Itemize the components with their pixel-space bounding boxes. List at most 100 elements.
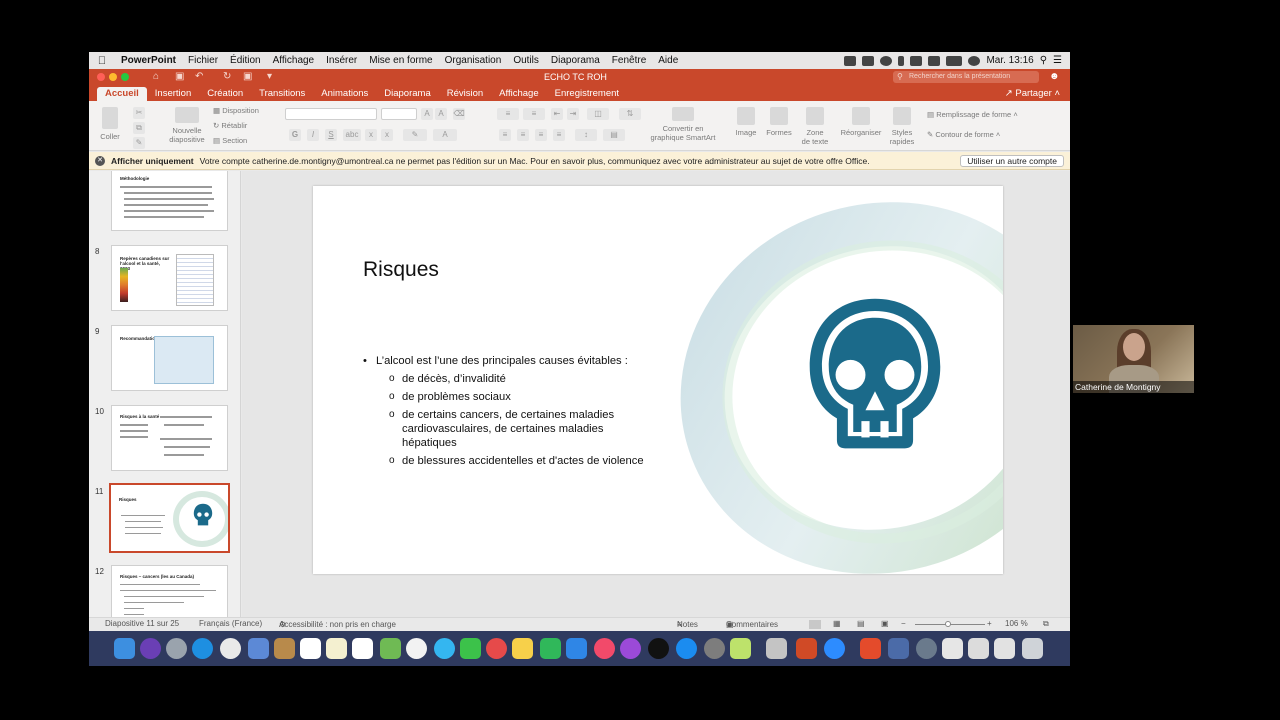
search-input[interactable]: ⚲ Rechercher dans la présentation xyxy=(893,71,1039,83)
menu-fenetre[interactable]: Fenêtre xyxy=(606,55,652,66)
layout-button[interactable]: ▦ Disposition xyxy=(213,106,259,115)
section-button[interactable]: ▤ Section xyxy=(213,136,247,145)
text-direction-icon[interactable]: ⇅ xyxy=(619,108,641,120)
tab-affichage[interactable]: Affichage xyxy=(491,87,546,101)
tab-enregistrement[interactable]: Enregistrement xyxy=(547,87,627,101)
mail-icon[interactable] xyxy=(248,638,269,659)
help-icon[interactable] xyxy=(916,638,937,659)
superscript-icon[interactable]: x xyxy=(365,129,377,141)
menu-aide[interactable]: Aide xyxy=(652,55,684,66)
underline-icon[interactable]: S xyxy=(325,129,337,141)
screenshot-icon[interactable] xyxy=(888,638,909,659)
app-store-icon[interactable] xyxy=(676,638,697,659)
safari-icon[interactable] xyxy=(192,638,213,659)
record-icon[interactable] xyxy=(880,55,893,66)
subscript-icon[interactable]: x xyxy=(381,129,393,141)
numbers-icon[interactable] xyxy=(540,638,561,659)
menu-mise-en-forme[interactable]: Mise en forme xyxy=(363,55,438,66)
italic-icon[interactable]: I xyxy=(307,129,319,141)
menu-fichier[interactable]: Fichier xyxy=(182,55,224,66)
tab-diaporama[interactable]: Diaporama xyxy=(376,87,438,101)
dismiss-infobar-icon[interactable]: ✕ xyxy=(95,155,105,166)
font-family-select[interactable] xyxy=(285,108,377,120)
maps-icon[interactable] xyxy=(380,638,401,659)
format-painter-icon[interactable]: ✎ xyxy=(133,137,145,149)
save-icon[interactable]: ▣ xyxy=(175,71,184,82)
menu-affichage[interactable]: Affichage xyxy=(267,55,321,66)
document-icon[interactable] xyxy=(994,638,1015,659)
control-center-icon[interactable]: ☰ xyxy=(1053,55,1062,66)
menu-outils[interactable]: Outils xyxy=(507,55,545,66)
menu-edition[interactable]: Édition xyxy=(224,55,267,66)
chrome-icon[interactable] xyxy=(220,638,241,659)
slideshow-icon[interactable]: ▣ xyxy=(243,71,252,82)
activity-icon[interactable] xyxy=(730,638,751,659)
zoom-slider-thumb[interactable] xyxy=(945,621,951,627)
zoom-app-icon[interactable] xyxy=(824,638,845,659)
reading-view-icon[interactable]: ▤ xyxy=(857,619,865,628)
strikethrough-icon[interactable]: abc xyxy=(343,129,361,141)
quick-styles-button[interactable]: Styles rapides xyxy=(887,107,917,146)
bluetooth-icon[interactable] xyxy=(898,55,905,66)
menu-inserer[interactable]: Insérer xyxy=(320,55,363,66)
tab-animations[interactable]: Animations xyxy=(313,87,376,101)
wifi-icon[interactable] xyxy=(928,55,941,66)
airplay-icon[interactable] xyxy=(910,55,923,66)
bullets-icon[interactable]: ≡ xyxy=(497,108,519,120)
close-window-icon[interactable] xyxy=(97,73,105,81)
participant-video-tile[interactable]: Catherine de Montigny xyxy=(1073,325,1194,393)
siri-icon[interactable] xyxy=(140,638,161,659)
user-icon[interactable] xyxy=(968,55,981,66)
undo-icon[interactable]: ↶ xyxy=(195,71,203,82)
podcasts-icon[interactable] xyxy=(620,638,641,659)
shape-outline-button[interactable]: ✎ Contour de forme ˄ xyxy=(927,130,1000,139)
slide-editor[interactable]: Risques L’alcool est l’une des principal… xyxy=(242,171,1070,617)
slideshow-view-icon[interactable]: ▣ xyxy=(881,619,889,628)
share-button[interactable]: ↗ Partager ˄ xyxy=(1005,87,1070,101)
outdent-icon[interactable]: ⇤ xyxy=(551,108,563,120)
home-icon[interactable]: ⌂ xyxy=(153,71,159,82)
slide-thumbnails-pane[interactable]: Méthodologie 8 Repères canadiens sur l'a… xyxy=(89,171,241,617)
align-right-icon[interactable]: ≡ xyxy=(535,129,547,141)
battery-icon[interactable] xyxy=(946,55,963,66)
decrease-font-icon[interactable]: A xyxy=(435,108,447,120)
shape-fill-button[interactable]: ▤ Remplissage de forme ˄ xyxy=(927,110,1018,119)
slide-body-text[interactable]: L’alcool est l’une des principales cause… xyxy=(363,354,653,468)
news-icon[interactable] xyxy=(486,638,507,659)
new-slide-button[interactable]: Nouvelle diapositive xyxy=(165,107,209,144)
tab-accueil[interactable]: Accueil xyxy=(97,87,147,101)
use-another-account-button[interactable]: Utiliser un autre compte xyxy=(960,155,1064,167)
minimize-window-icon[interactable] xyxy=(109,73,117,81)
font-color-icon[interactable]: A xyxy=(433,129,457,141)
reset-button[interactable]: ↻ Rétablir xyxy=(213,121,247,130)
launchpad-icon[interactable] xyxy=(166,638,187,659)
spotlight-icon[interactable]: ⚲ xyxy=(1040,55,1047,66)
highlight-icon[interactable]: ✎ xyxy=(403,129,427,141)
reminders-icon[interactable] xyxy=(352,638,373,659)
screen-share-icon[interactable] xyxy=(862,55,875,66)
keynote-icon[interactable] xyxy=(566,638,587,659)
columns-icon[interactable]: ◫ xyxy=(587,108,609,120)
font-size-select[interactable] xyxy=(381,108,417,120)
redo-icon[interactable]: ↻ xyxy=(223,71,231,82)
messages-icon[interactable] xyxy=(434,638,455,659)
apple-icon[interactable]:  xyxy=(89,55,115,67)
preview-icon[interactable] xyxy=(766,638,787,659)
numbering-icon[interactable]: ≡ xyxy=(523,108,545,120)
menu-diaporama[interactable]: Diaporama xyxy=(545,55,606,66)
app-name[interactable]: PowerPoint xyxy=(115,55,182,66)
zoom-in-icon[interactable]: + xyxy=(987,619,992,628)
tab-transitions[interactable]: Transitions xyxy=(251,87,313,101)
contacts-icon[interactable] xyxy=(274,638,295,659)
indent-icon[interactable]: ⇥ xyxy=(567,108,579,120)
copy-icon[interactable]: ⧉ xyxy=(133,122,145,134)
calendar-icon[interactable] xyxy=(300,638,321,659)
slide-thumbnail[interactable]: Méthodologie xyxy=(111,171,228,231)
paste-button[interactable]: Coller xyxy=(97,107,123,141)
slide-sorter-icon[interactable]: ▦ xyxy=(833,619,841,628)
cut-icon[interactable]: ✂ xyxy=(133,107,145,119)
fit-to-window-icon[interactable]: ⧉ xyxy=(1043,619,1049,629)
align-left-icon[interactable]: ≡ xyxy=(499,129,511,141)
slide-thumbnail-9[interactable]: Recommandations xyxy=(111,325,228,391)
align-text-icon[interactable]: ▤ xyxy=(603,129,625,141)
